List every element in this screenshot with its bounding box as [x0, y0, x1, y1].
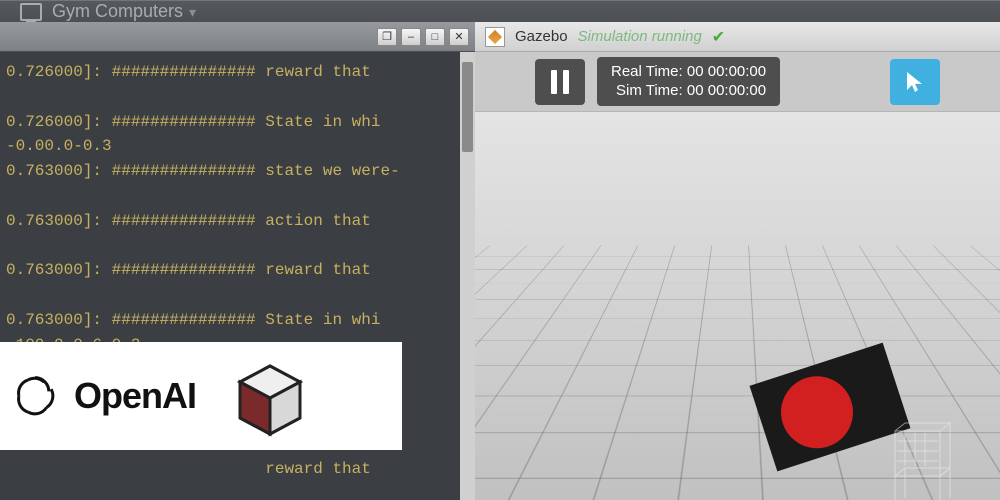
window-minimize-button[interactable]: –: [401, 28, 421, 46]
overlay-badge: OpenAI: [0, 342, 402, 450]
gazebo-titlebar: Gazebo Simulation running ✔: [475, 22, 1000, 52]
terminal-scrollbar[interactable]: [460, 52, 475, 500]
time-display: Real Time: 00 00:00:00 Sim Time: 00 00:0…: [597, 57, 780, 107]
wireframe-chair: [885, 421, 965, 500]
sim-time-label: Sim Time:: [616, 82, 683, 99]
gazebo-pane: Gazebo Simulation running ✔ Real Time: 0…: [475, 22, 1000, 500]
real-time-value: 00 00:00:00: [687, 63, 766, 80]
sim-time-value: 00 00:00:00: [687, 82, 766, 99]
cursor-tool-button[interactable]: [890, 59, 940, 105]
cursor-icon: [903, 70, 927, 94]
gazebo-toolbar: Real Time: 00 00:00:00 Sim Time: 00 00:0…: [475, 52, 1000, 112]
titlebar-label[interactable]: Gym Computers: [52, 1, 196, 22]
openai-brand-text: OpenAI: [74, 375, 196, 417]
terminal-window-controls: ❐ – □ ✕: [0, 22, 475, 52]
pause-button[interactable]: [535, 59, 585, 105]
gazebo-title: Gazebo: [515, 28, 568, 45]
terminal-scrollbar-thumb[interactable]: [462, 62, 473, 152]
openai-logo-icon: [12, 373, 58, 419]
gazebo-status: Simulation running: [578, 28, 702, 45]
pause-icon: [563, 70, 569, 94]
robot-wheel: [772, 367, 863, 458]
real-time-label: Real Time:: [611, 63, 683, 80]
window-close-button[interactable]: ✕: [449, 28, 469, 46]
gazebo-viewport[interactable]: [475, 112, 1000, 500]
gazebo-logo-icon: [485, 27, 505, 47]
pause-icon: [551, 70, 557, 94]
gazebo-cube-icon: [222, 348, 318, 444]
window-layers-button[interactable]: ❐: [377, 28, 397, 46]
monitor-icon: [20, 3, 42, 21]
window-restore-button[interactable]: □: [425, 28, 445, 46]
window-titlebar: Gym Computers: [0, 0, 1000, 22]
check-icon: ✔: [712, 27, 725, 47]
